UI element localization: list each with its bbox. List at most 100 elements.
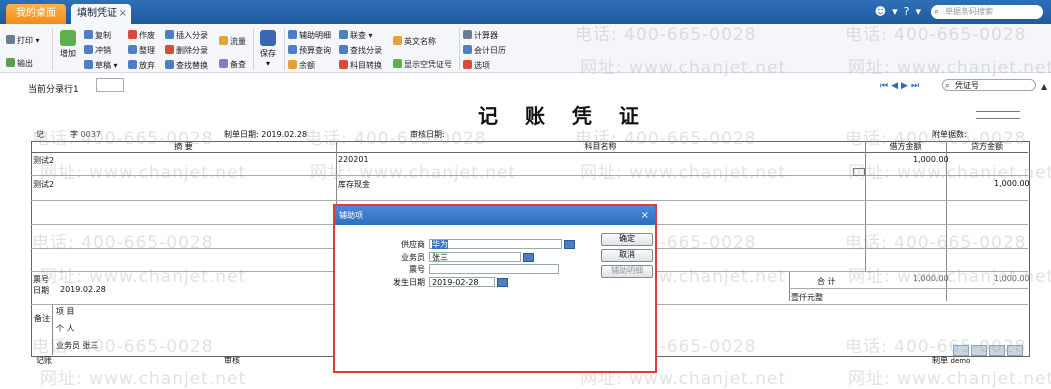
expand-icon[interactable] (1007, 345, 1023, 356)
supplier-label: 供应商 (401, 240, 425, 249)
audit-check-button[interactable]: 备查 (219, 59, 246, 70)
calculator-button[interactable]: 计算器 (463, 30, 498, 41)
user-icon[interactable]: ☻ (875, 5, 886, 18)
options-label: 选项 (474, 61, 490, 70)
date-value[interactable]: 2019.02.28 (261, 130, 307, 139)
calendar-button[interactable]: 会计日历 (463, 45, 506, 56)
dialog-title: 辅助项 (339, 211, 363, 220)
row1-debit[interactable]: 1,000.00 (913, 155, 949, 164)
image-icon[interactable] (971, 345, 987, 356)
show-empty-no-button[interactable]: 显示空凭证号 (393, 59, 452, 70)
cancel-button[interactable]: 取消 (601, 249, 653, 262)
audit-check-label: 备查 (230, 60, 246, 69)
row1-account[interactable]: 220201 (338, 155, 369, 164)
record-navigation: ⏮◀▶⏭ (880, 81, 922, 91)
aux-detail-label: 辅助明细 (299, 31, 331, 40)
aux-detail-button[interactable]: 辅助明细 (601, 265, 653, 278)
voucher-type[interactable]: 记 (36, 129, 44, 140)
copy-button[interactable]: 复制 (84, 30, 111, 41)
aux-detail-button[interactable]: 辅助明细 (288, 30, 331, 41)
add-label: 增加 (60, 49, 76, 58)
reference-lookup-icon[interactable] (523, 253, 534, 262)
budget-icon (288, 45, 297, 54)
budget-query-button[interactable]: 预算查询 (288, 45, 331, 56)
row1-summary[interactable]: 测试2 (33, 155, 54, 166)
options-button[interactable]: 选项 (463, 60, 490, 71)
tab-close-icon[interactable]: × (119, 4, 127, 24)
printer-icon (6, 35, 15, 44)
delete-entry-button[interactable]: 删除分录 (165, 45, 208, 56)
preparer-value: demo (950, 357, 971, 365)
remark-salesman-label: 业务员 (56, 341, 80, 350)
scroll-up-icon[interactable]: ▲ (1041, 82, 1047, 91)
find-replace-button[interactable]: 查找替换 (165, 60, 208, 71)
bill-date-label: 日期 (33, 286, 49, 295)
print-button[interactable]: 打印 ▾ (6, 35, 40, 46)
bill-no-field[interactable] (429, 264, 559, 274)
calendar-icon[interactable] (497, 278, 508, 287)
total-debit: 1,000.00 (913, 274, 949, 283)
cashflow-button[interactable]: 流量 (219, 36, 246, 47)
export-button[interactable]: 输出 (6, 58, 33, 69)
attach-icon[interactable] (989, 345, 1005, 356)
row2-summary[interactable]: 测试2 (33, 179, 54, 190)
amount-in-words: 壹仟元整 (791, 293, 823, 302)
header-debit: 借方金额 (865, 141, 946, 153)
cashflow-icon (219, 36, 228, 45)
bill-no-label: 票号 (409, 265, 425, 274)
close-icon[interactable]: × (641, 206, 649, 225)
header-account: 科目名称 (336, 141, 865, 153)
account-convert-button[interactable]: 科目转换 (339, 60, 382, 71)
ellipsis-icon[interactable] (853, 168, 865, 176)
draft-button[interactable]: 草稿 ▾ (84, 60, 118, 71)
find-replace-label: 查找替换 (176, 61, 208, 70)
attachments-label: 附单据数: (932, 130, 967, 139)
release-button[interactable]: 放弃 (128, 60, 155, 71)
copy-label: 复制 (95, 31, 111, 40)
help-icon[interactable]: ? (904, 5, 910, 18)
row2-account[interactable]: 库存现金 (338, 179, 370, 190)
voucher-search-input[interactable]: ⌕ 凭证号 (942, 79, 1036, 91)
tidy-label: 整理 (139, 46, 155, 55)
row2-credit[interactable]: 1,000.00 (994, 179, 1030, 188)
add-icon (60, 30, 76, 46)
add-button[interactable]: 增加 (57, 30, 79, 59)
voucher-title: 记 账 凭 证 (478, 104, 649, 128)
save-icon (260, 30, 276, 46)
prev-icon[interactable]: ◀ (891, 81, 901, 91)
linked-query-button[interactable]: 联查 ▾ (339, 30, 373, 41)
copy-icon (84, 30, 93, 39)
first-icon[interactable]: ⏮ (880, 81, 891, 91)
search-icon: ⌕ (945, 81, 950, 90)
last-icon[interactable]: ⏭ (911, 81, 922, 91)
voucher-type-label: 记 (36, 130, 44, 139)
tab-fill-voucher[interactable]: 填制凭证 × (71, 4, 131, 24)
tab-label: 填制凭证 (77, 8, 117, 19)
tab-my-desktop[interactable]: 我的桌面 (6, 4, 66, 24)
reverse-button[interactable]: 冲销 (84, 45, 111, 56)
tidy-button[interactable]: 整理 (128, 45, 155, 56)
reference-lookup-icon[interactable] (564, 240, 575, 249)
chevron-down-icon[interactable]: ▾ (915, 5, 921, 18)
salesman-field[interactable]: 张三 (429, 252, 521, 262)
find-entry-button[interactable]: 查找分录 (339, 45, 382, 56)
voucher-no-label: 字 (70, 130, 78, 139)
book-icon (219, 59, 228, 68)
ok-button[interactable]: 确定 (601, 233, 653, 246)
insert-row-icon (165, 30, 174, 39)
save-button[interactable]: 保存 ▾ (257, 30, 279, 68)
show-empty-no-label: 显示空凭证号 (404, 60, 452, 69)
next-icon[interactable]: ▶ (901, 81, 911, 91)
number-icon (393, 59, 402, 68)
english-name-button[interactable]: 英文名称 (393, 36, 436, 47)
barcode-search-input[interactable]: ⌕ 单据条码搜索 (931, 5, 1043, 19)
balance-button[interactable]: 余额 (288, 60, 315, 71)
occur-date-field[interactable]: 2019-02-28 (429, 277, 495, 287)
insert-entry-button[interactable]: 插入分录 (165, 30, 208, 41)
void-button[interactable]: 作废 (128, 30, 155, 41)
supplier-field[interactable]: 华为 (429, 239, 562, 249)
auditor-label: 审核 (224, 356, 240, 365)
dropdown-icon[interactable]: ▾ (892, 5, 898, 18)
list-icon (288, 30, 297, 39)
current-entry-box[interactable] (96, 78, 124, 92)
